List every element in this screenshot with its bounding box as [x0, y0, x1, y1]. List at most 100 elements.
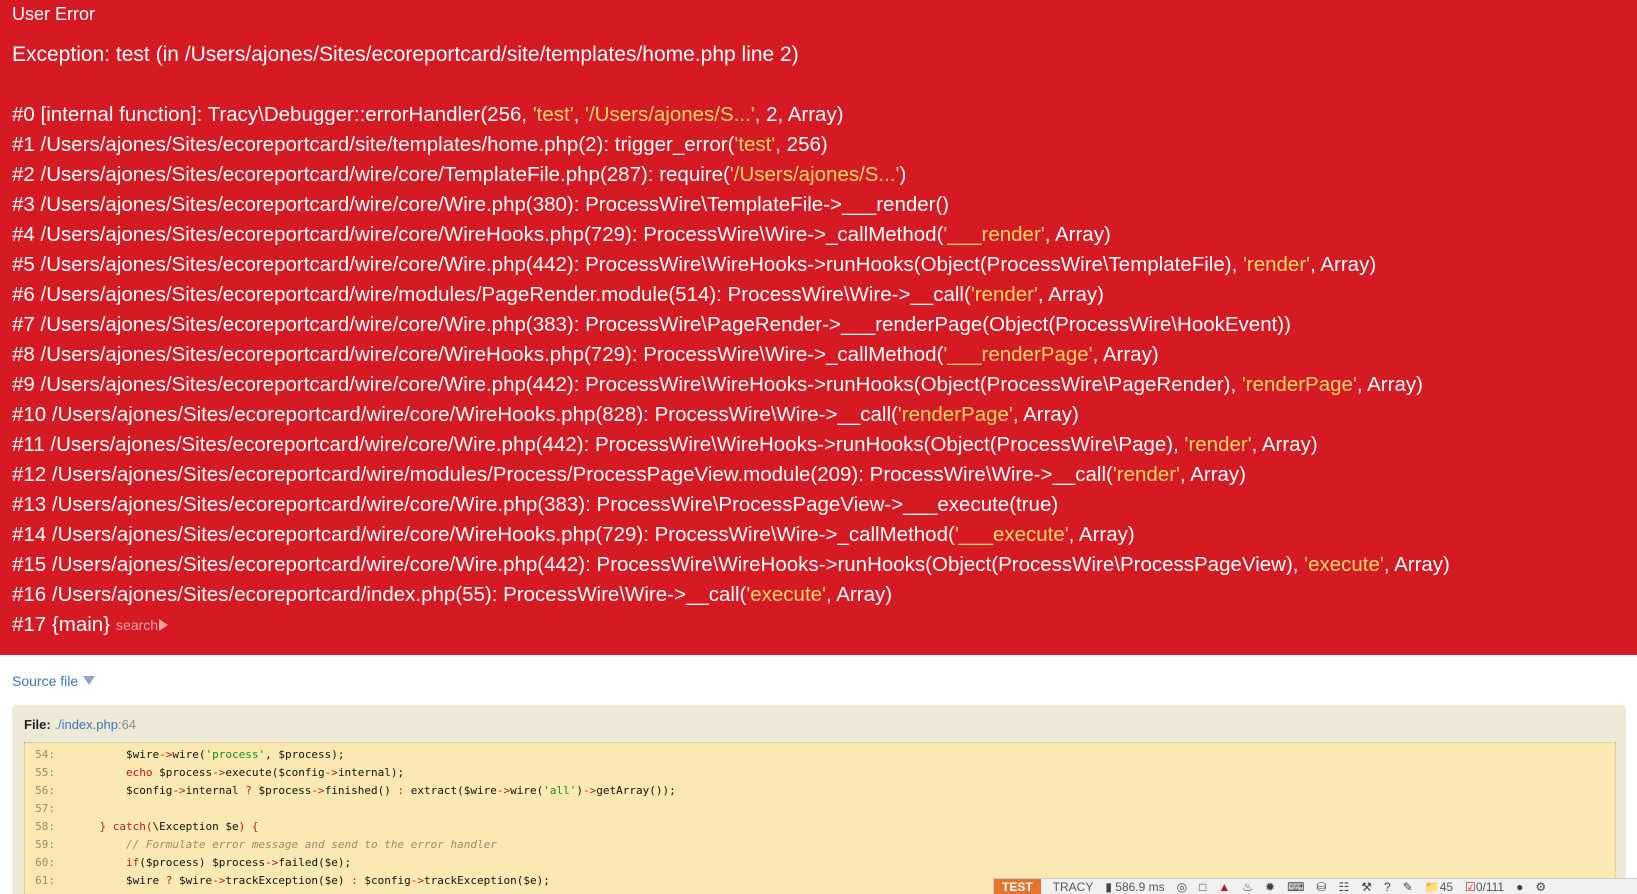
edit-icon[interactable]: ✎	[1403, 881, 1413, 893]
trace-text: /Users/ajones/Sites/ecoreportcard/wire/m…	[34, 283, 971, 306]
code-token: // Formulate error message and send to t…	[125, 838, 497, 851]
trace-index: #3	[12, 193, 35, 216]
settings-icon[interactable]: ⚙	[1535, 881, 1546, 893]
document-icon[interactable]: □	[1199, 881, 1206, 893]
line-number: 58:	[35, 820, 55, 833]
trace-text: , Array)	[1037, 283, 1104, 306]
code-token: ($process) $process	[139, 856, 266, 869]
code-token: ?	[245, 784, 252, 797]
trace-string-arg: '___renderPage'	[943, 343, 1093, 366]
code-token: trackException($e);	[424, 874, 550, 887]
code-token: execute($config	[225, 766, 325, 779]
code-token: 'all'	[543, 784, 577, 797]
trace-string-arg: 'render'	[970, 283, 1038, 306]
alert-icon[interactable]: ▲	[1218, 881, 1230, 893]
code-line: 59: // Formulate error message and send …	[25, 836, 1615, 854]
code-token: failed($e);	[278, 856, 352, 869]
trace-index: #10	[12, 403, 47, 426]
trace-line: #11 /Users/ajones/Sites/ecoreportcard/wi…	[12, 430, 1450, 460]
line-number: 60:	[35, 856, 55, 869]
code-token: , $process);	[265, 748, 345, 761]
trace-text: , Array)	[1356, 373, 1423, 396]
trace-text: ,	[573, 103, 586, 126]
code-token: getArray());	[596, 784, 676, 797]
file-header: File: ./index.php:64	[24, 717, 136, 732]
tracy-logo[interactable]: TRACY	[1053, 880, 1094, 894]
trace-text: )	[899, 163, 907, 186]
trace-text: /Users/ajones/Sites/ecoreportcard/wire/c…	[34, 313, 1291, 336]
trace-text: , Array)	[825, 583, 893, 606]
chevron-right-icon	[159, 619, 169, 631]
trace-line: #10 /Users/ajones/Sites/ecoreportcard/wi…	[12, 400, 1450, 430]
trace-text: , 256)	[775, 133, 828, 156]
trace-text: , Array)	[1383, 553, 1450, 576]
error-type: User Error	[12, 4, 96, 24]
bug-icon[interactable]: ✹	[1265, 881, 1275, 893]
trace-text: /Users/ajones/Sites/ecoreportcard/wire/c…	[46, 523, 955, 546]
code-token: ->	[496, 784, 511, 797]
trace-string-arg: 'test'	[734, 133, 776, 156]
env-badge[interactable]: TEST	[994, 879, 1041, 894]
code-token: $wire	[73, 874, 166, 887]
time-panel[interactable]: ▮ 586.9 ms	[1105, 880, 1164, 894]
flame-icon[interactable]: ♨	[1242, 881, 1253, 893]
code-token: $process	[152, 766, 213, 779]
file-path-link[interactable]: ./index.php:64	[54, 717, 136, 732]
code-token: $wire	[73, 748, 160, 761]
trace-line: #3 /Users/ajones/Sites/ecoreportcard/wir…	[12, 190, 1450, 220]
source-file-panel: File: ./index.php:64 54: $wire->wire('pr…	[12, 705, 1626, 894]
code-token: ->	[172, 784, 186, 797]
trace-index: #15	[12, 553, 47, 576]
code-line: 57:	[25, 800, 1615, 818]
trace-text: /Users/ajones/Sites/ecoreportcard/wire/c…	[34, 193, 950, 216]
code-token: $config	[357, 874, 411, 887]
trace-line: #4 /Users/ajones/Sites/ecoreportcard/wir…	[12, 220, 1450, 250]
code-line: 58: } catch(\Exception $e) {	[25, 818, 1615, 836]
file-label: File:	[24, 717, 51, 732]
stack-trace: #0 [internal function]: Tracy\Debugger::…	[12, 100, 1450, 640]
wrench-icon[interactable]: ⚒	[1361, 881, 1372, 893]
terminal-icon[interactable]: ⌨	[1287, 881, 1304, 893]
trace-line: #5 /Users/ajones/Sites/ecoreportcard/wir…	[12, 250, 1450, 280]
trace-string-arg: 'render'	[1242, 253, 1311, 276]
trace-index: #11	[12, 433, 45, 456]
database-icon[interactable]: ⛁	[1316, 881, 1326, 893]
trace-text: [internal function]: Tracy\Debugger::err…	[34, 103, 533, 126]
folder-icon: 📁	[1424, 879, 1440, 894]
trace-index: #12	[12, 463, 47, 486]
line-number: 56:	[35, 784, 55, 797]
trace-line: #7 /Users/ajones/Sites/ecoreportcard/wir…	[12, 310, 1450, 340]
chevron-down-icon	[83, 676, 96, 685]
source-file-toggle[interactable]: Source file	[12, 673, 96, 689]
user-icon[interactable]: ●	[1516, 881, 1523, 893]
trace-text: , Array)	[1179, 463, 1247, 486]
help-icon[interactable]: ?	[1384, 881, 1391, 893]
trace-string-arg: '___render'	[943, 223, 1045, 246]
trace-text: , 2, Array)	[754, 103, 844, 126]
trace-line: #1 /Users/ajones/Sites/ecoreportcard/sit…	[12, 130, 1450, 160]
trace-text: , Array)	[1068, 523, 1135, 546]
code-line: 60: if($process) $process->failed($e);	[25, 854, 1615, 872]
line-number: 59:	[35, 838, 55, 851]
target-icon[interactable]: ◎	[1177, 881, 1187, 893]
search-link[interactable]: search	[116, 617, 169, 633]
trace-index: #0	[12, 103, 35, 126]
todo-panel[interactable]: ☑ 0/111	[1465, 880, 1504, 894]
source-file-label: Source file	[12, 673, 79, 689]
code-token: ) {	[238, 820, 259, 833]
trace-text: , Array)	[1044, 223, 1111, 246]
trace-text: /Users/ajones/Sites/ecoreportcard/wire/c…	[34, 253, 1243, 276]
trace-line: #12 /Users/ajones/Sites/ecoreportcard/wi…	[12, 460, 1450, 490]
api-icon[interactable]: ☷	[1338, 881, 1349, 893]
trace-string-arg: '___execute'	[954, 523, 1069, 546]
error-message: Exception: test (in /Users/ajones/Sites/…	[12, 43, 799, 66]
trace-text: , Array)	[1310, 253, 1377, 276]
trace-text: /Users/ajones/Sites/ecoreportcard/wire/c…	[34, 223, 944, 246]
line-number: 61:	[35, 874, 55, 887]
code-token: finished()	[324, 784, 398, 797]
checkbox-icon: ☑	[1465, 879, 1476, 894]
trace-index: #13	[12, 493, 47, 516]
folder-panel[interactable]: 📁 45	[1425, 880, 1453, 894]
trace-string-arg: 'renderPage'	[897, 403, 1013, 426]
